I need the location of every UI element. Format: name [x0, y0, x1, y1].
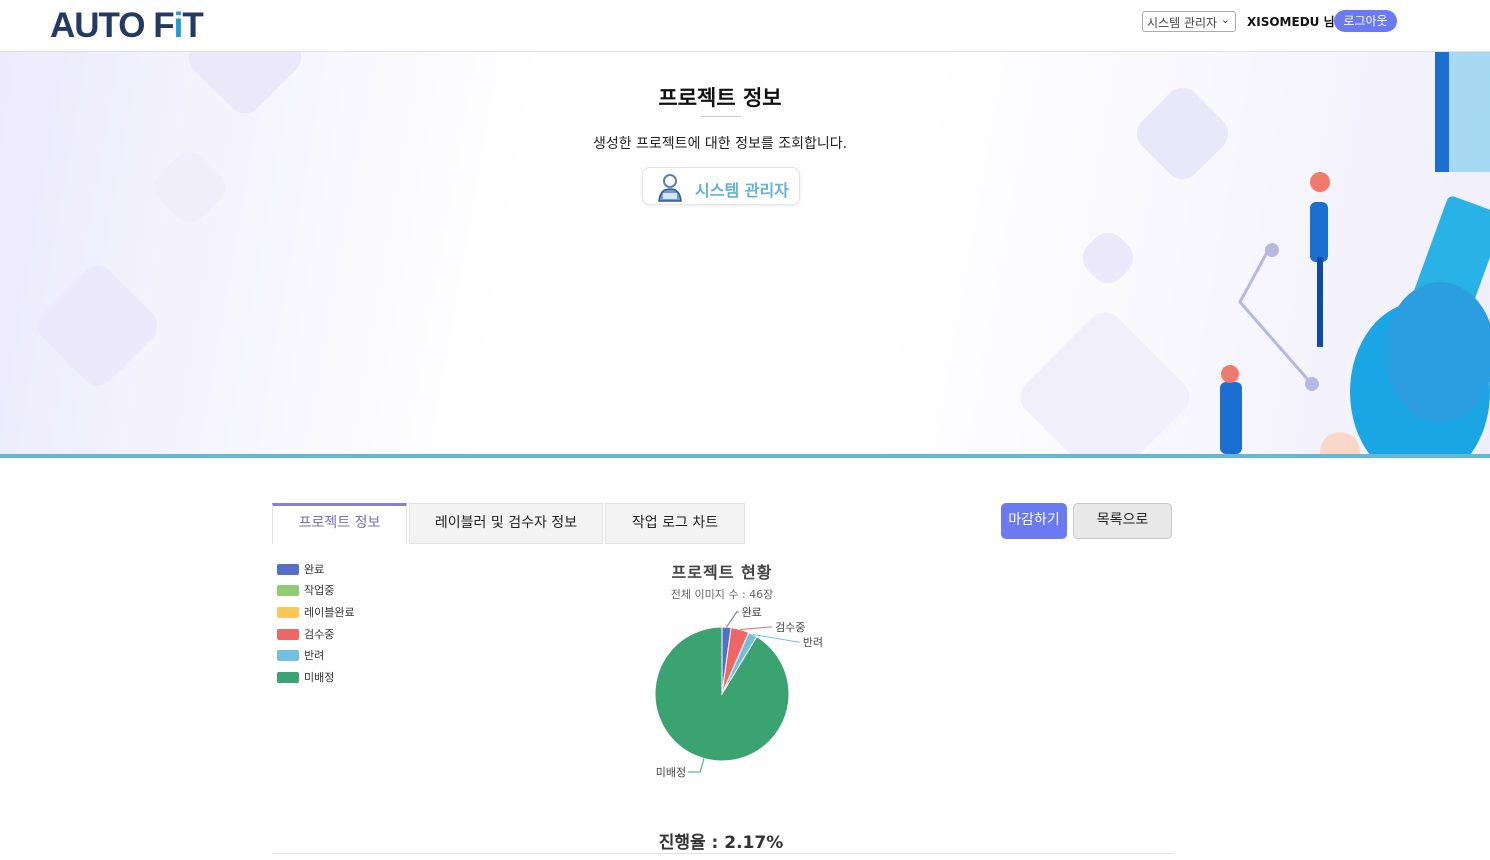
progress-rate: 진행율 : 2.17%: [658, 833, 784, 853]
legend-item[interactable]: 미배정: [277, 669, 397, 685]
tab-work-log-chart[interactable]: 작업 로그 차트: [605, 503, 745, 544]
decor-diamond: [1075, 225, 1141, 291]
legend-swatch: [277, 672, 299, 683]
section-divider: [272, 853, 1172, 854]
chevron-down-icon: ⌄: [1220, 13, 1230, 26]
top-header: AUTO FiT 시스템 관리자 ⌄ XISOMEDU 님 로그아웃: [0, 0, 1490, 52]
role-badge-label: 시스템 관리자: [695, 181, 789, 200]
pie-label-line: [740, 626, 773, 630]
role-badge: 시스템 관리자: [642, 167, 800, 205]
pie-label: 검수중: [775, 621, 805, 634]
autofit-logo[interactable]: AUTO FiT: [50, 6, 204, 46]
pie-label: 완료: [742, 606, 762, 619]
legend-swatch: [277, 629, 299, 640]
hero-banner: [0, 52, 1490, 454]
pie-slice[interactable]: [654, 626, 790, 762]
back-to-list-button[interactable]: 목록으로: [1073, 503, 1172, 539]
legend-item[interactable]: 레이블완료: [277, 604, 397, 620]
chart-title: 프로젝트 현황: [671, 563, 773, 582]
decor-diamond: [147, 144, 233, 230]
decor-diamond: [1013, 305, 1197, 454]
tab-project-info[interactable]: 프로젝트 정보: [272, 503, 407, 544]
pie-label-line: [688, 758, 705, 773]
logout-button[interactable]: 로그아웃: [1334, 10, 1397, 32]
pie-label: 반려: [803, 636, 823, 649]
pie-label: 미배정: [656, 766, 686, 779]
role-select-value: 시스템 관리자: [1147, 16, 1218, 30]
legend-item[interactable]: 반려: [277, 647, 397, 663]
legend-label: 레이블완료: [304, 606, 355, 619]
decor-diamond: [30, 258, 165, 393]
hero-divider: [0, 454, 1490, 458]
legend-label: 검수중: [304, 628, 335, 641]
user-name: XISOMEDU 님: [1247, 15, 1335, 29]
legend-label: 미배정: [304, 671, 335, 684]
role-select[interactable]: 시스템 관리자 ⌄: [1142, 11, 1236, 32]
legend-swatch: [277, 607, 299, 618]
title-underline: [701, 116, 741, 117]
office-illustration: [1220, 52, 1490, 454]
page-description: 생성한 프로젝트에 대한 정보를 조회합니다.: [592, 136, 848, 152]
user-icon: [658, 174, 682, 202]
page-title: 프로젝트 정보: [658, 86, 782, 110]
pie-label-line: [726, 611, 739, 628]
pie-chart: 완료검수중반려미배정: [654, 606, 823, 779]
tab-labeler-reviewer-info[interactable]: 레이블러 및 검수자 정보: [409, 503, 603, 544]
legend-item[interactable]: 검수중: [277, 626, 397, 642]
legend-label: 반려: [304, 649, 325, 662]
legend-swatch: [277, 650, 299, 661]
close-project-button[interactable]: 마감하기: [1001, 503, 1067, 539]
